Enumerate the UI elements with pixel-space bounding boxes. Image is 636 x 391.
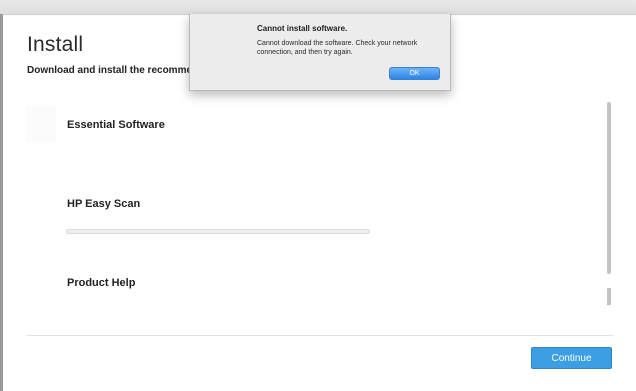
software-list[interactable]: Essential Software HP Easy Scan Product … <box>24 100 611 305</box>
list-scrollbar-lower[interactable] <box>607 288 611 305</box>
easy-scan-progress-bar <box>66 229 370 234</box>
continue-button[interactable]: Continue <box>531 347 612 369</box>
alert-message: Cannot download the software. Check your… <box>257 40 418 56</box>
software-item-essential-software: Essential Software <box>67 119 165 131</box>
footer-divider <box>27 335 613 336</box>
window-title-bar <box>0 0 636 15</box>
software-item-hp-easy-scan: HP Easy Scan <box>67 198 141 210</box>
software-icon <box>26 106 56 142</box>
page-subtitle: Download and install the recommended <box>27 65 216 76</box>
alert-title: Cannot install software. <box>257 24 348 33</box>
list-scrollbar[interactable] <box>607 102 611 274</box>
alert-dialog: Cannot install software. Cannot download… <box>189 14 451 91</box>
window-edge <box>0 14 3 391</box>
page-title: Install <box>27 33 84 56</box>
ok-button[interactable]: OK <box>389 67 440 80</box>
software-item-product-help: Product Help <box>67 277 136 289</box>
